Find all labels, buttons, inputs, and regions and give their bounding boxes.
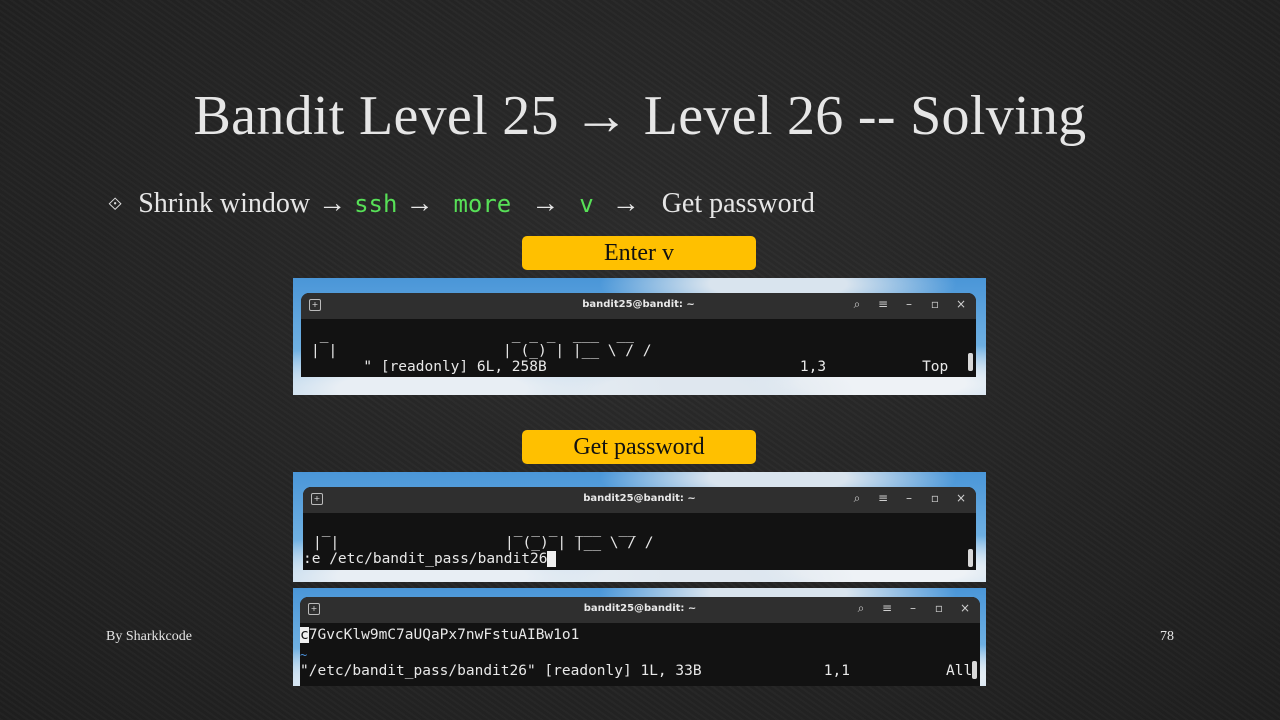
- status-line: " [readonly] 6L, 258B 1,3 Top: [311, 359, 949, 375]
- empty-line-tilde: ~: [300, 648, 308, 662]
- bullet-steps: ⟐ Shrink window → ssh → more → v → Get p…: [108, 186, 815, 222]
- arrow-icon: →: [531, 188, 560, 219]
- label-enter-v: Enter v: [522, 236, 756, 270]
- minimize-icon[interactable]: –: [906, 601, 920, 616]
- terminal-titlebar: + bandit25@bandit: ~ ⌕ ≡ – ▫ ×: [303, 487, 976, 513]
- scrollbar[interactable]: [968, 353, 973, 371]
- status-line: "/etc/bandit_pass/bandit26" [readonly] 1…: [300, 663, 973, 679]
- step-shrink-window: Shrink window: [138, 188, 311, 219]
- command-text: :e /etc/bandit_pass/bandit26: [303, 551, 548, 567]
- terminal-line: | | | (_) | |__ \ / /: [311, 343, 652, 359]
- terminal-window: + bandit25@bandit: ~ ⌕ ≡ – ▫ × c7GvcKlw9…: [300, 597, 980, 686]
- terminal-titlebar: + bandit25@bandit: ~ ⌕ ≡ – ▫ ×: [300, 597, 980, 623]
- menu-icon[interactable]: ≡: [880, 601, 894, 616]
- arrow-icon: →: [318, 188, 347, 219]
- step-ssh: ssh: [354, 190, 398, 218]
- maximize-icon[interactable]: ▫: [932, 601, 946, 616]
- screenshot-open-file: + bandit25@bandit: ~ ⌕ ≡ – ▫ × _ _ _ _ _…: [293, 472, 986, 582]
- close-icon[interactable]: ×: [954, 297, 968, 312]
- search-icon[interactable]: ⌕: [850, 491, 864, 506]
- password-line: c7GvcKlw9mC7aUQaPx7nwFstuAIBw1o1: [300, 627, 970, 643]
- step-more: more: [453, 190, 512, 218]
- maximize-icon[interactable]: ▫: [928, 491, 942, 506]
- search-icon[interactable]: ⌕: [854, 601, 868, 616]
- command-line[interactable]: :e /etc/bandit_pass/bandit26: [303, 551, 966, 567]
- label-get-password: Get password: [522, 430, 756, 464]
- terminal-window: + bandit25@bandit: ~ ⌕ ≡ – ▫ × _ _ _ _ _…: [303, 487, 976, 570]
- terminal-line: | | | (_) | |__ \ / /: [313, 535, 654, 551]
- scrollbar[interactable]: [968, 549, 973, 567]
- password-rest: 7GvcKlw9mC7aUQaPx7nwFstuAIBw1o1: [308, 627, 580, 643]
- maximize-icon[interactable]: ▫: [928, 297, 942, 312]
- author-credit: By Sharkkcode: [106, 629, 192, 644]
- password-first-char: c: [300, 627, 309, 643]
- search-icon[interactable]: ⌕: [850, 297, 864, 312]
- close-icon[interactable]: ×: [958, 601, 972, 616]
- text-cursor: [547, 551, 557, 567]
- diamond-bullet-icon: ⟐: [108, 193, 123, 214]
- screenshot-password: + bandit25@bandit: ~ ⌕ ≡ – ▫ × c7GvcKlw9…: [293, 588, 986, 686]
- screenshot-enter-v: + bandit25@bandit: ~ ⌕ ≡ – ▫ × _ _ _ _ _…: [293, 278, 986, 395]
- minimize-icon[interactable]: –: [902, 491, 916, 506]
- step-get-password: Get password: [661, 188, 815, 219]
- terminal-line: _ _ _ _ ___ __: [311, 327, 635, 343]
- arrow-icon: →: [405, 188, 434, 219]
- minimize-icon[interactable]: –: [902, 297, 916, 312]
- page-number: 78: [1160, 629, 1174, 644]
- step-v: v: [579, 190, 594, 218]
- menu-icon[interactable]: ≡: [876, 491, 890, 506]
- terminal-window: + bandit25@bandit: ~ ⌕ ≡ – ▫ × _ _ _ _ _…: [301, 293, 976, 377]
- slide-title: Bandit Level 25 → Level 26 -- Solving: [193, 85, 1087, 147]
- arrow-icon: →: [611, 188, 640, 219]
- scrollbar[interactable]: [972, 661, 977, 679]
- terminal-titlebar: + bandit25@bandit: ~ ⌕ ≡ – ▫ ×: [301, 293, 976, 319]
- close-icon[interactable]: ×: [954, 491, 968, 506]
- menu-icon[interactable]: ≡: [876, 297, 890, 312]
